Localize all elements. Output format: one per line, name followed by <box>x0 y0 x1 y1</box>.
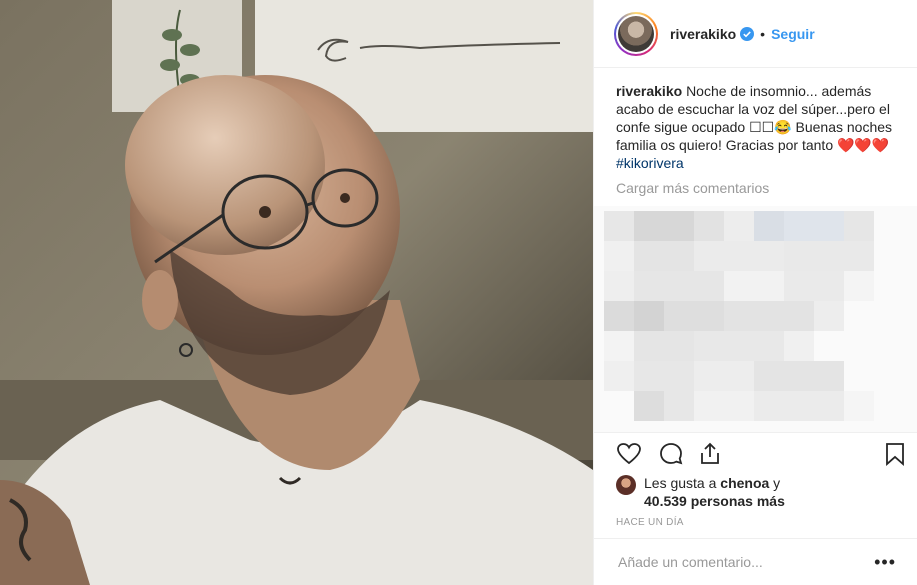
follow-button[interactable]: Seguir <box>771 26 815 42</box>
avatar-image <box>618 15 654 52</box>
likes-prefix: Les gusta a <box>644 475 721 491</box>
selfie-image <box>0 0 593 585</box>
separator-dot: • <box>760 25 766 42</box>
avatar[interactable] <box>614 11 658 56</box>
likes-connector: y <box>769 475 781 491</box>
more-options-icon[interactable]: ••• <box>874 552 896 573</box>
header-username[interactable]: riverakiko <box>670 26 736 42</box>
comment-box: ••• <box>594 538 917 585</box>
comment-icon[interactable] <box>658 441 684 467</box>
likes-count[interactable]: 40.539 personas más <box>644 493 785 509</box>
heart-icon[interactable] <box>616 441 642 467</box>
share-icon[interactable] <box>697 441 723 467</box>
caption-hashtag[interactable]: #kikorivera <box>616 155 684 171</box>
caption-username[interactable]: riverakiko <box>616 83 682 99</box>
caption-hearts: ❤️❤️❤️ <box>837 137 890 153</box>
post-header: riverakiko • Seguir <box>594 0 917 68</box>
post-sidebar: riverakiko • Seguir riverakiko Noche de … <box>593 0 917 585</box>
pixelated-comments <box>594 206 917 432</box>
likes-summary: Les gusta a chenoa y 40.539 personas más <box>616 474 785 510</box>
bookmark-icon[interactable] <box>882 441 908 467</box>
verified-badge-icon <box>740 26 755 41</box>
action-bar <box>594 432 917 474</box>
instagram-post: riverakiko • Seguir riverakiko Noche de … <box>0 0 917 585</box>
liker-username[interactable]: chenoa <box>720 475 769 491</box>
post-photo[interactable] <box>0 0 593 585</box>
post-timestamp[interactable]: HACE UN DÍA <box>616 517 684 528</box>
liker-avatar[interactable] <box>616 475 636 495</box>
load-more-comments[interactable]: Cargar más comentarios <box>594 172 917 196</box>
comment-input[interactable] <box>616 553 875 571</box>
caption: riverakiko Noche de insomnio... además a… <box>594 68 917 172</box>
